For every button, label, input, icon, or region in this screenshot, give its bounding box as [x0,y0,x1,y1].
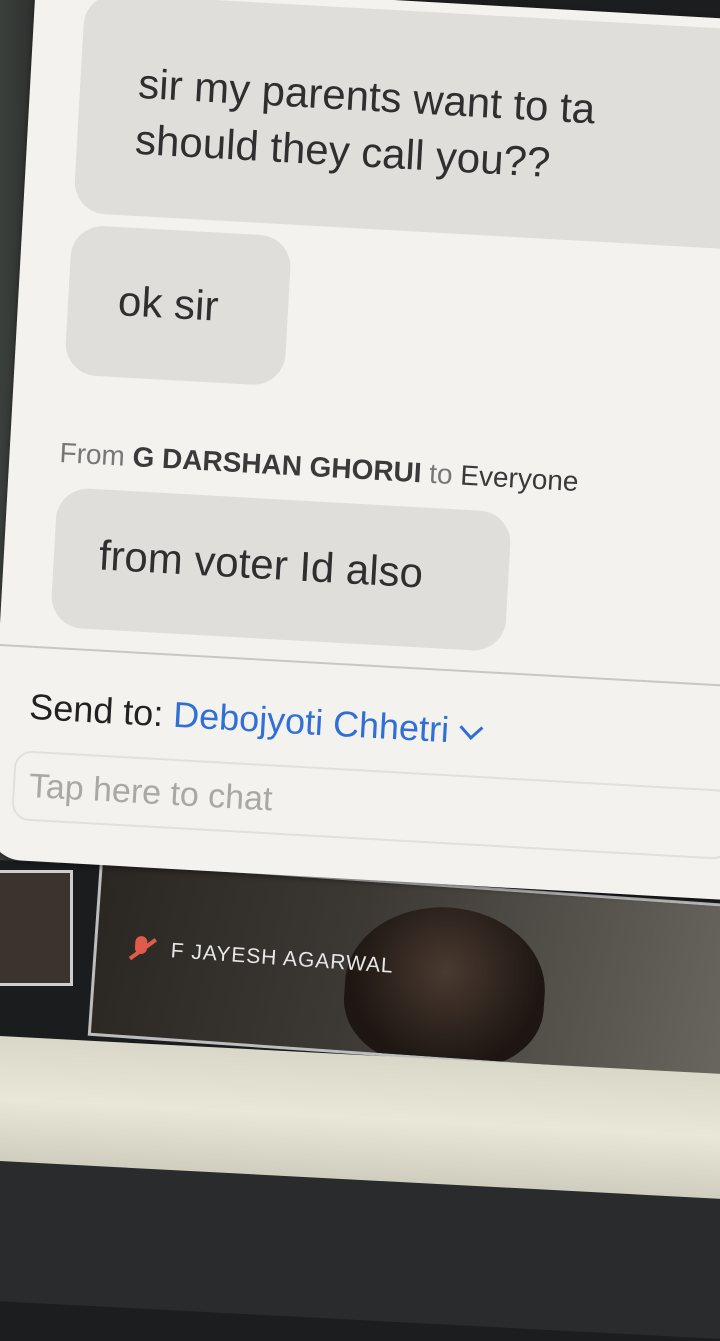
divider [0,643,720,689]
chat-input[interactable] [11,750,720,861]
message-recipient: Everyone [459,459,580,498]
chat-panel: sir my parents want to ta should they ca… [0,0,720,902]
message-text: from voter Id also [97,531,425,597]
participant-video [339,900,551,1075]
video-tile-left[interactable] [0,870,73,986]
to-prefix: to [428,457,454,491]
chat-message: ok sir [64,224,293,387]
recipient-dropdown[interactable]: Debojyoti Chhetri [172,693,484,753]
send-to-label: Send to: [28,685,165,735]
chevron-down-icon [459,715,484,740]
message-text: sir my parents want to ta should they ca… [133,59,597,186]
sender-name: G DARSHAN GHORUI [131,441,423,489]
mic-muted-icon [126,935,158,963]
chat-message: from voter Id also [49,487,513,653]
recipient-dropdown-value: Debojyoti Chhetri [172,693,451,751]
message-text: ok sir [116,277,220,330]
from-prefix: From [58,437,126,472]
participant-label: F JAYESH AGARWAL [126,935,395,980]
send-to-row: Send to: Debojyoti Chhetri [28,685,484,753]
chat-message: sir my parents want to ta should they ca… [73,0,720,253]
message-sender-line: From G DARSHAN GHORUI to Everyone [59,437,580,498]
